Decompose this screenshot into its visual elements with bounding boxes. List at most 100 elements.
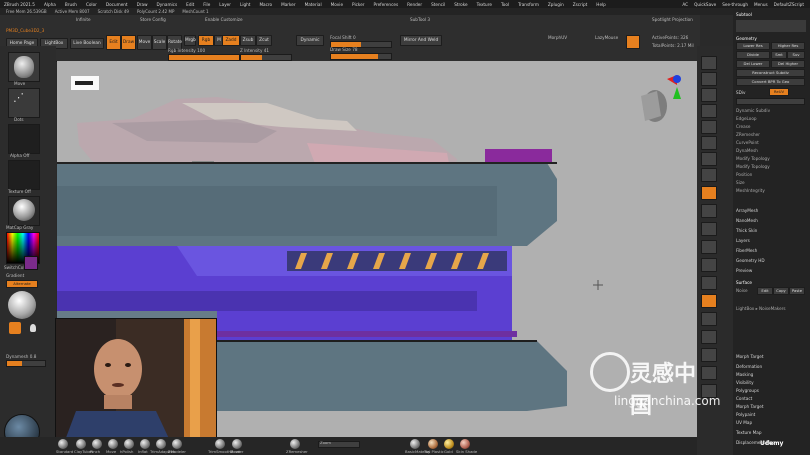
menu-item[interactable]: Marker [281, 2, 295, 7]
noise-copy-button[interactable]: Copy [773, 287, 789, 295]
menu-item[interactable]: Color [86, 2, 97, 7]
dynamic-button[interactable]: Dynamic [296, 35, 324, 46]
smt-button[interactable]: Smt [771, 51, 787, 59]
brush-slot-icon[interactable] [92, 439, 102, 449]
material-slot-icon[interactable] [410, 439, 420, 449]
menu-item[interactable]: Stroke [454, 2, 467, 7]
menu-item[interactable]: Help [596, 2, 606, 7]
polyf-button[interactable] [626, 35, 640, 49]
lsym-icon[interactable] [701, 204, 717, 218]
meshintegrity-item[interactable]: MeshIntegrity [736, 188, 765, 193]
tessimate-item[interactable]: Modify Topology [736, 156, 770, 161]
move-view-icon[interactable] [701, 258, 717, 272]
contact-section[interactable]: Contact [736, 396, 752, 401]
transp-icon[interactable] [701, 330, 717, 344]
preview-section[interactable]: Preview [736, 268, 752, 273]
draw-size-slider[interactable] [330, 53, 392, 60]
lightbox-noise-label[interactable]: LightBox ▸ NoiseMakers [736, 306, 786, 311]
live-boolean-button[interactable]: Live Boolean [70, 38, 104, 49]
crease-item[interactable]: Crease [736, 124, 750, 129]
geometry-section[interactable]: Geometry [736, 36, 757, 41]
persp-icon[interactable] [701, 152, 717, 166]
brush-slot-icon[interactable] [172, 439, 182, 449]
del-lower-button[interactable]: Del Lower [736, 60, 770, 68]
draw-button[interactable]: Draw [121, 35, 136, 50]
zadd-button[interactable]: Zadd [222, 35, 240, 46]
scale-button[interactable]: Scale [152, 35, 167, 50]
bulb-icon[interactable] [30, 324, 36, 332]
rgb-button[interactable]: Rgb [198, 35, 214, 46]
alternate-button[interactable]: Alternate [6, 280, 38, 288]
move-button[interactable]: Move [137, 35, 152, 50]
size-item[interactable]: Size [736, 180, 745, 185]
bpr-icon[interactable] [701, 56, 717, 70]
polyf-icon[interactable] [701, 312, 717, 326]
nanomesh-section[interactable]: NanoMesh [736, 218, 758, 223]
mrgb-button[interactable]: Mrgb [184, 35, 196, 46]
rgb-intensity-slider[interactable] [168, 54, 240, 61]
menu-item[interactable]: Preferences [374, 2, 399, 7]
curvepoint-item[interactable]: CurvePoint [736, 140, 759, 145]
quicksave-button[interactable]: QuickSave [694, 2, 716, 7]
edgeloop-item[interactable]: EdgeLoop [736, 116, 757, 121]
brush-thumb-move[interactable] [8, 52, 40, 82]
aahalf-icon[interactable] [701, 136, 717, 150]
material-slot-icon[interactable] [444, 439, 454, 449]
brush-slot-icon[interactable] [76, 439, 86, 449]
spix-icon[interactable] [701, 72, 717, 86]
surface-section[interactable]: Surface [736, 280, 752, 285]
noise-paste-button[interactable]: Paste [789, 287, 805, 295]
higher-res-button[interactable]: Higher Res [771, 42, 805, 50]
frame-icon[interactable] [701, 240, 717, 254]
material-thumb[interactable] [8, 196, 40, 226]
local-icon[interactable] [701, 186, 717, 200]
material-slot-icon[interactable] [428, 439, 438, 449]
edit-button[interactable]: Edit [106, 35, 121, 50]
floor-icon[interactable] [701, 168, 717, 182]
texturemap-section[interactable]: Texture Map [736, 430, 762, 435]
default-zscript-button[interactable]: DefaultZScript [774, 2, 804, 7]
sphere-preview-icon[interactable] [8, 291, 36, 319]
main-color-swatch[interactable] [24, 256, 38, 270]
zoom3d-icon[interactable] [701, 276, 717, 290]
menu-item[interactable]: Transform [518, 2, 539, 7]
geometry-hd-section[interactable]: Geometry HD [736, 258, 765, 263]
shadowbox-item[interactable]: ZRemesher [736, 132, 760, 137]
brush-slot-icon[interactable] [58, 439, 68, 449]
store-config-button[interactable]: Store Config [140, 17, 166, 22]
stroke-thumb-dots[interactable]: ⋰ [8, 88, 40, 118]
menu-item[interactable]: Zscript [573, 2, 588, 7]
deformation-section[interactable]: Deformation [736, 364, 762, 369]
z-intensity-slider[interactable] [240, 54, 292, 61]
scroll-icon[interactable] [701, 88, 717, 102]
subtool-list[interactable] [736, 20, 806, 32]
alpha-thumb[interactable] [8, 124, 40, 154]
xyz-rotate-icon[interactable] [701, 222, 717, 236]
menu-item[interactable]: Brush [65, 2, 77, 7]
brush-slot-icon[interactable] [124, 439, 134, 449]
menu-item[interactable]: Stencil [431, 2, 445, 7]
thickskin-section[interactable]: Thick Skin [736, 228, 757, 233]
polypaint-section[interactable]: Polypaint [736, 412, 755, 417]
menu-item[interactable]: Layer [219, 2, 231, 7]
menu-item[interactable]: Light [240, 2, 250, 7]
del-higher-button[interactable]: Del Higher [771, 60, 805, 68]
divide-button[interactable]: Divide [736, 51, 770, 59]
menu-item[interactable]: Dynamics [157, 2, 178, 7]
zremesher-icon[interactable] [290, 439, 300, 449]
zsub-button[interactable]: Zsub [240, 35, 256, 46]
convert-bpr-button[interactable]: Convert BPR To Geo [736, 78, 805, 86]
uvmap-section[interactable]: UV Map [736, 420, 752, 425]
material-slot-icon[interactable] [460, 439, 470, 449]
lower-res-button[interactable]: Lower Res [736, 42, 770, 50]
menu-item[interactable]: Draw [137, 2, 148, 7]
menu-item[interactable]: Zplugin [548, 2, 564, 7]
dynamesh-item[interactable]: DynaMesh [736, 148, 758, 153]
brush-slot-icon[interactable] [140, 439, 150, 449]
rotate-view-icon[interactable] [701, 294, 717, 308]
menu-item[interactable]: Movie [331, 2, 343, 7]
menu-item[interactable]: Tool [501, 2, 509, 7]
masking-section[interactable]: Masking [736, 372, 753, 377]
position-item[interactable]: Position [736, 172, 752, 177]
menu-item[interactable]: Texture [477, 2, 492, 7]
